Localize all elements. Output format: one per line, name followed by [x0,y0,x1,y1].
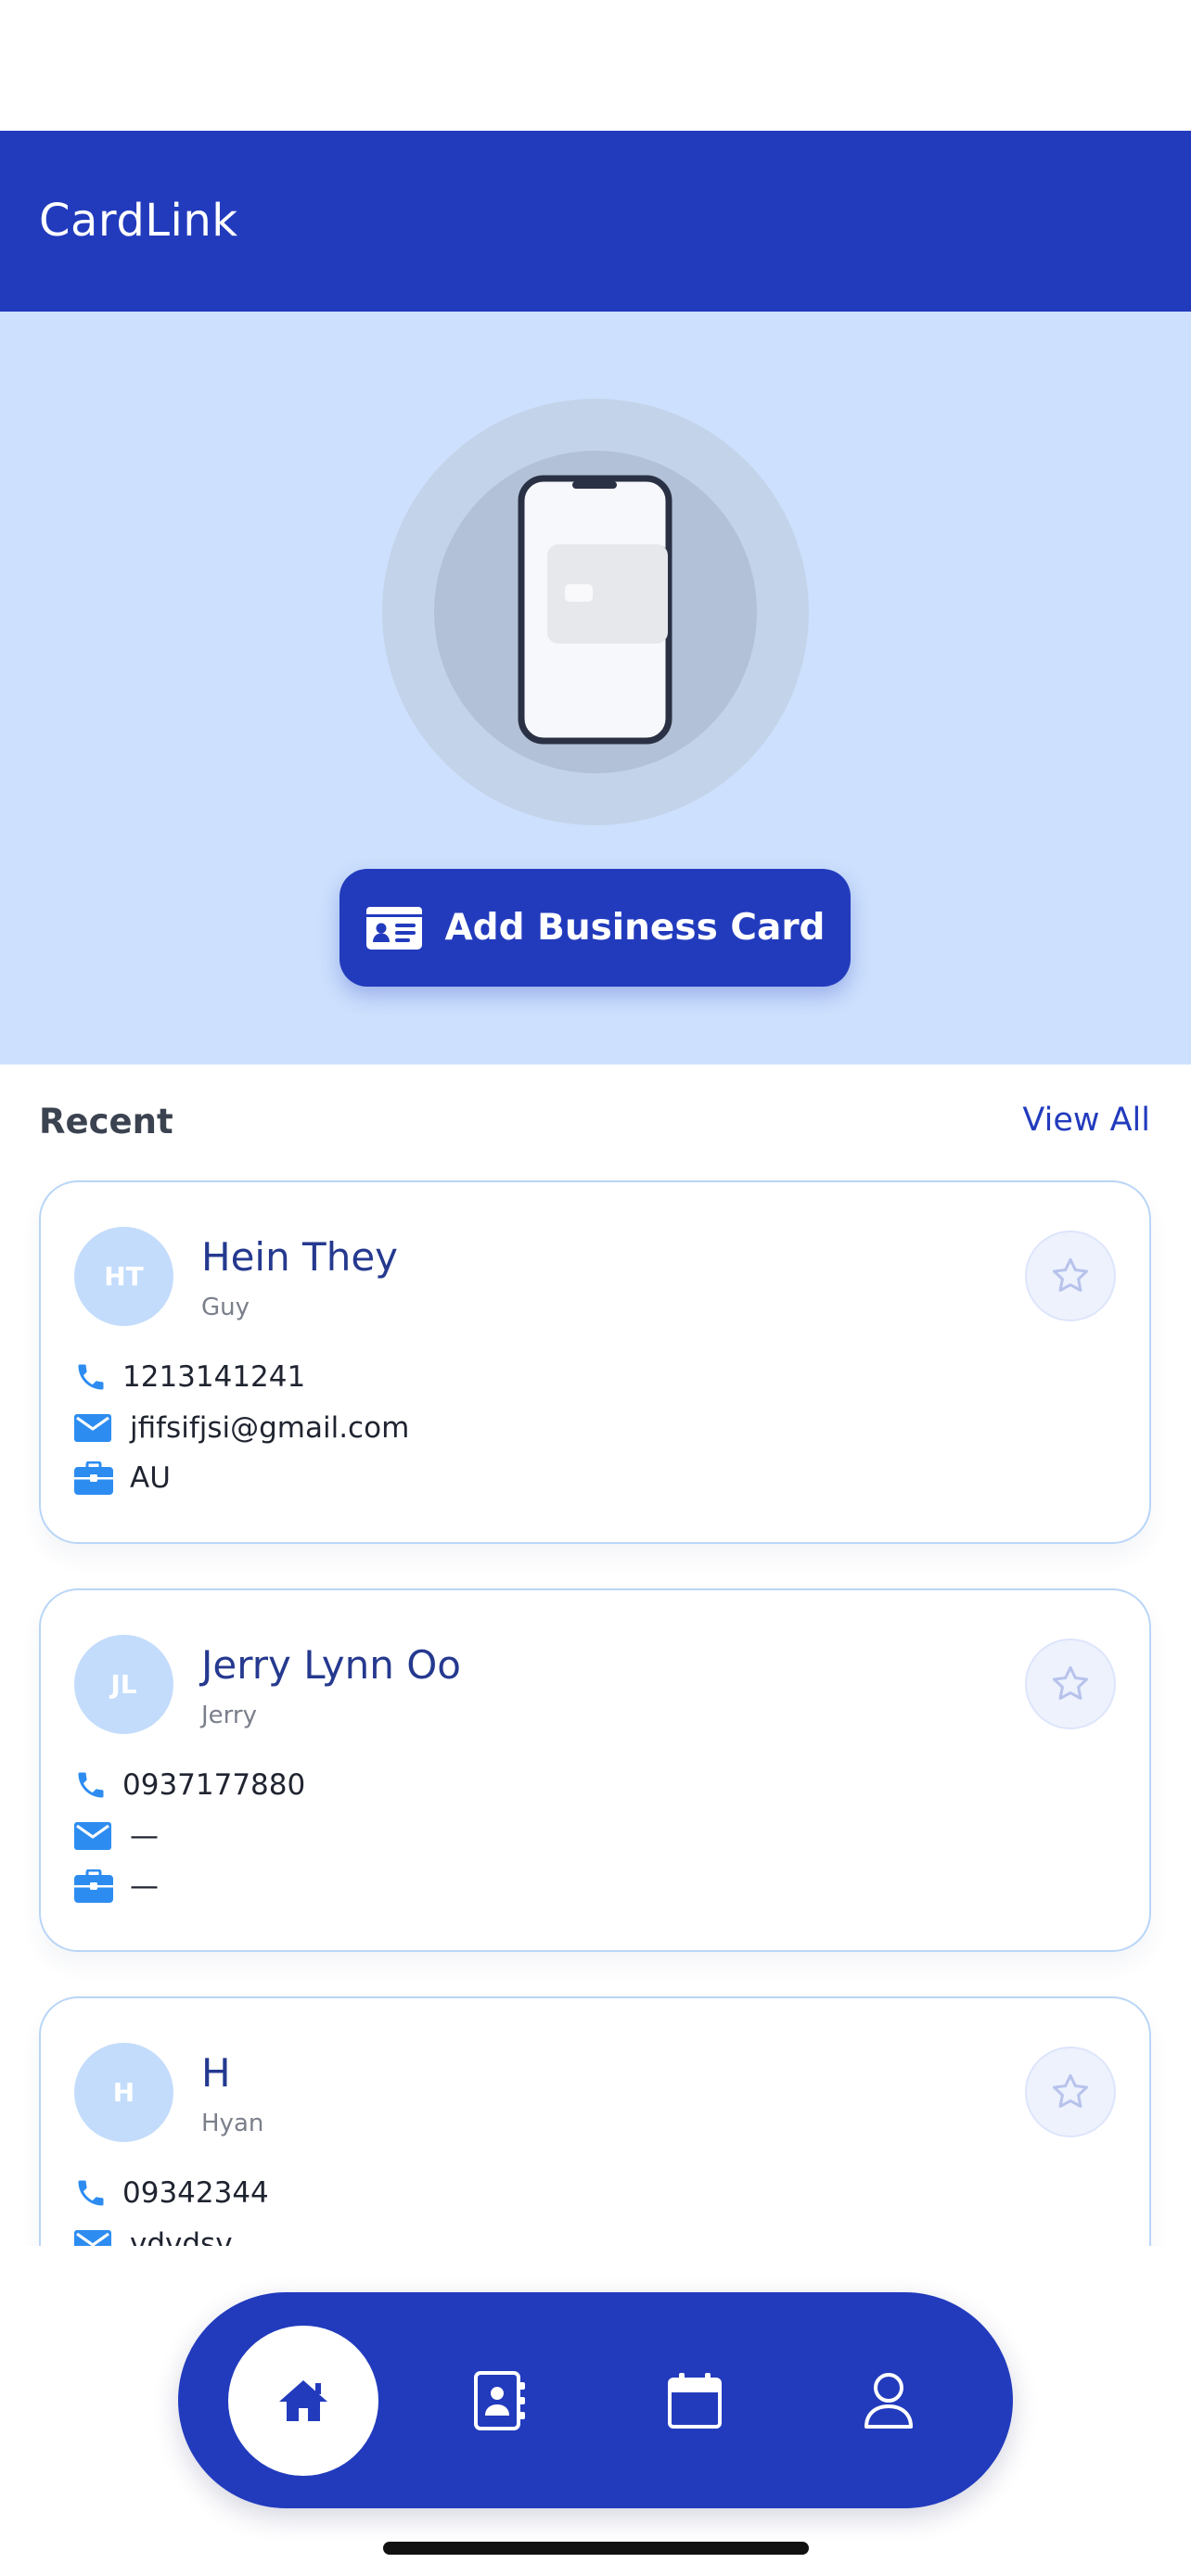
contact-subtitle: Hyan [201,2110,264,2137]
email-address: vdvdsv [130,2227,233,2246]
favorite-star-button[interactable] [1025,2047,1116,2137]
phone-number: 0937177880 [122,1768,306,1802]
app-header: CardLink [0,131,1191,312]
contact-subtitle: Guy [201,1294,250,1321]
recent-contacts-list: HT Hein They Guy 1213141241 jfifsifjsi@g… [0,1178,1191,2246]
avatar: H [74,2043,173,2142]
star-icon [1053,1665,1088,1701]
favorite-star-button[interactable] [1025,1231,1116,1321]
nav-profile[interactable] [813,2326,964,2476]
recent-section-title: Recent [39,1102,173,1141]
home-indicator [383,2542,809,2555]
contact-subtitle: Jerry [201,1702,257,1729]
email-address: jfifsifjsi@gmail.com [130,1411,410,1445]
nav-home[interactable] [228,2326,378,2476]
email-row: jfifsifjsi@gmail.com [74,1406,409,1450]
nav-contacts[interactable] [425,2326,575,2476]
phone-row: 09342344 [74,2171,269,2215]
bottom-navigation [178,2292,1013,2508]
mail-icon [74,1409,115,1447]
contact-name: Jerry Lynn Oo [201,1642,461,1688]
company-row: AU [74,1456,171,1500]
email-address: — [130,1819,159,1853]
briefcase-icon [74,1460,115,1497]
contact-name: H [201,2050,231,2096]
phone-number: 1213141241 [122,1360,306,1394]
company-row: — [74,1864,159,1908]
email-row: — [74,1814,159,1858]
phone-icon [74,2174,115,2212]
nav-calendar[interactable] [620,2326,770,2476]
email-row: vdvdsv [74,2222,233,2246]
home-icon [279,2380,327,2421]
phone-with-card-illustration [382,399,809,825]
star-icon [1053,1257,1088,1293]
avatar: JL [74,1635,173,1734]
mail-icon [74,1817,115,1855]
contact-book-icon [474,2371,525,2430]
avatar: HT [74,1227,173,1326]
favorite-star-button[interactable] [1025,1639,1116,1729]
status-bar [0,0,1191,131]
contact-card[interactable]: JL Jerry Lynn Oo Jerry 0937177880 — — [39,1588,1151,1952]
calendar-icon [668,2373,722,2429]
add-business-card-label: Add Business Card [444,907,826,949]
phone-row: 0937177880 [74,1763,305,1807]
contact-card[interactable]: H H Hyan 09342344 vdvdsv [39,1996,1151,2246]
phone-number: 09342344 [122,2176,269,2210]
app-title: CardLink [39,195,238,247]
id-card-icon [365,906,422,950]
phone-row: 1213141241 [74,1355,305,1399]
contact-card[interactable]: HT Hein They Guy 1213141241 jfifsifjsi@g… [39,1180,1151,1544]
view-all-link[interactable]: View All [1022,1102,1150,1139]
contact-name: Hein They [201,1234,399,1280]
mail-icon [74,2225,115,2246]
profile-icon [864,2373,913,2429]
add-business-card-button[interactable]: Add Business Card [339,869,851,987]
phone-icon [74,1358,115,1396]
briefcase-icon [74,1868,115,1905]
hero-section: Add Business Card [0,312,1191,1065]
star-icon [1053,2073,1088,2109]
company-name: — [130,1869,159,1903]
phone-icon [74,1766,115,1804]
company-name: AU [130,1461,171,1495]
